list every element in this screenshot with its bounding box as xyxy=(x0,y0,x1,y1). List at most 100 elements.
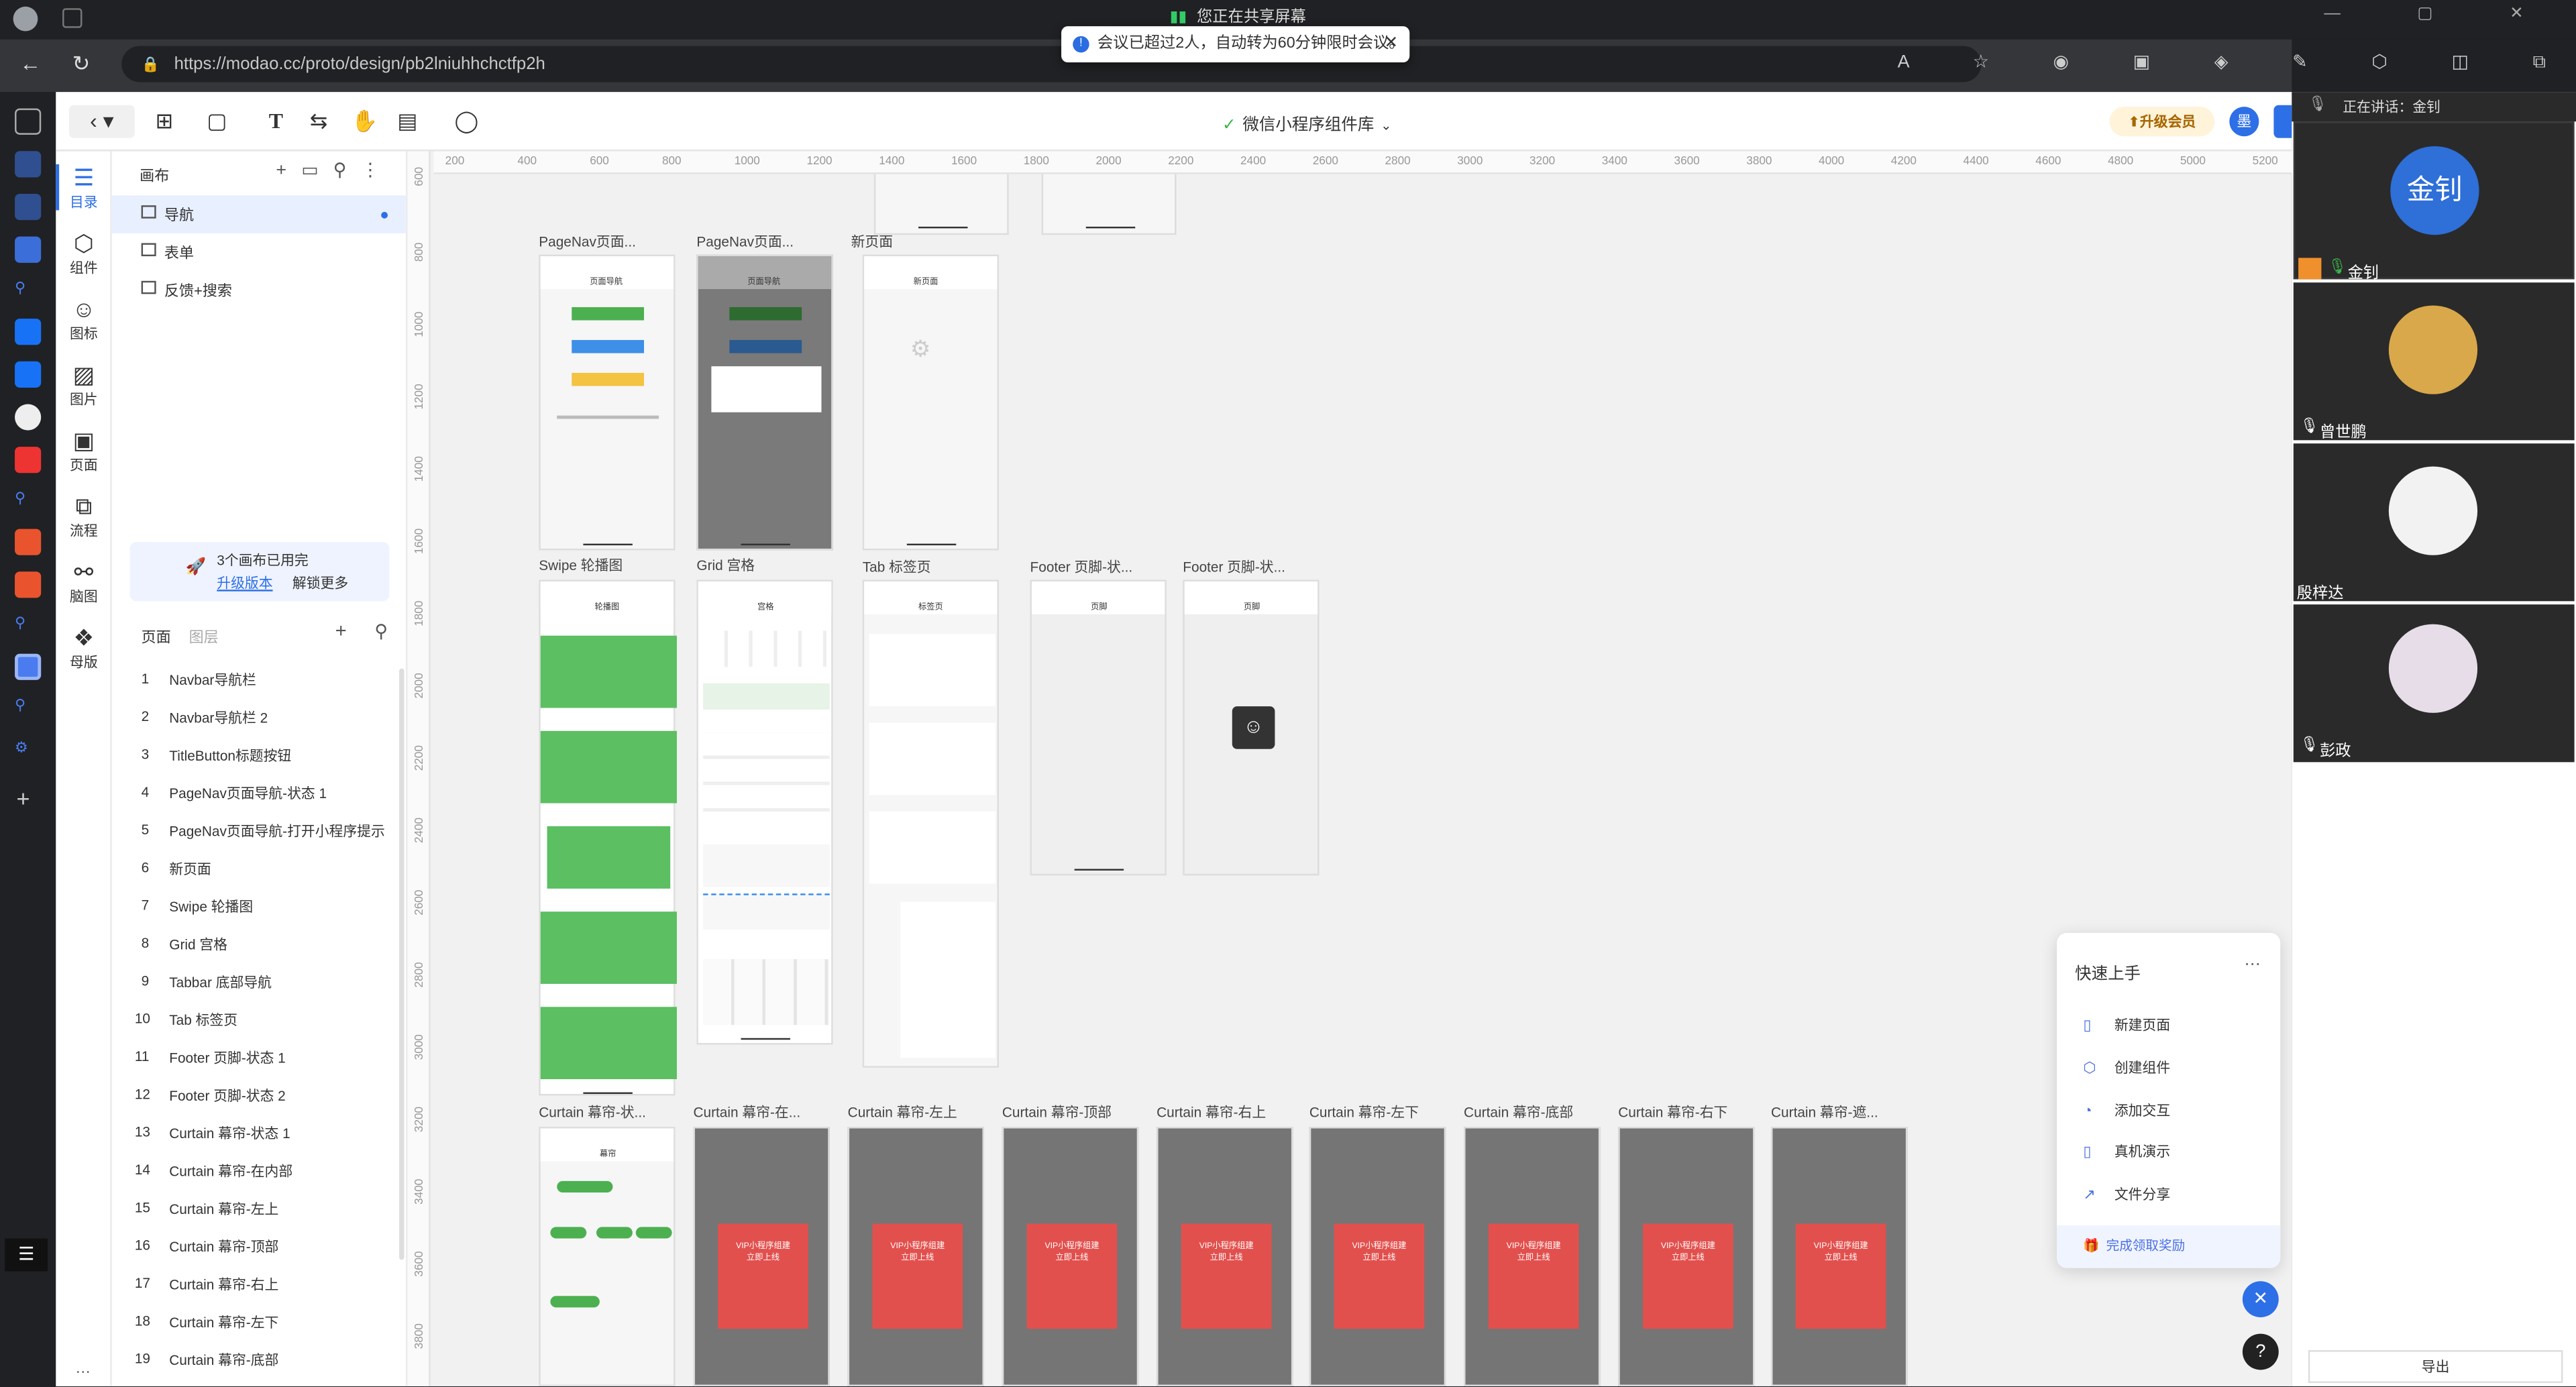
page-row[interactable]: 3 TitleButton标题按钮 xyxy=(112,736,401,773)
frame-thumbnail[interactable] xyxy=(1041,174,1177,235)
tree-icon[interactable]: ⚙ xyxy=(15,739,41,765)
zhihu-icon[interactable] xyxy=(15,361,42,388)
quick-device-demo[interactable]: ▯ 真机演示 xyxy=(2083,1142,2170,1161)
page-row[interactable]: 12 Footer 页脚-状态 2 xyxy=(112,1076,401,1113)
project-title[interactable]: ✓ 微信小程序组件库 ⌄ xyxy=(1222,110,1391,135)
frame-footer-2[interactable]: 页脚 ☺ xyxy=(1183,579,1320,876)
refresh-icon[interactable]: ↻ xyxy=(72,51,91,77)
page-row[interactable]: 11 Footer 页脚-状态 1 xyxy=(112,1038,401,1076)
text-tool-icon[interactable]: T xyxy=(260,105,292,138)
page-row[interactable]: 10 Tab 标签页 xyxy=(112,1000,401,1038)
insert-icon[interactable]: ⊞ xyxy=(148,105,180,138)
frame-label[interactable]: Curtain 幕帘-顶部 xyxy=(1002,1102,1140,1121)
flow-tab[interactable]: ⧉ 流程 xyxy=(56,493,111,541)
comment-icon[interactable]: ◯ xyxy=(450,105,483,138)
frame-label[interactable]: Curtain 幕帘-右上 xyxy=(1157,1102,1295,1121)
frame-curtain[interactable]: VIP小程序组建 立即上线 xyxy=(1464,1127,1601,1386)
calendar-icon[interactable] xyxy=(15,236,42,263)
frame-curtain[interactable]: VIP小程序组建 立即上线 xyxy=(847,1127,984,1386)
search-icon[interactable]: ⚲ xyxy=(15,696,41,722)
frame-curtain[interactable]: VIP小程序组建 立即上线 xyxy=(1618,1127,1755,1386)
github-icon[interactable] xyxy=(15,404,42,431)
page-row[interactable]: 13 Curtain 幕帘-状态 1 xyxy=(112,1113,401,1151)
search-icon[interactable]: ⚲ xyxy=(333,161,362,180)
zhihu-icon[interactable] xyxy=(15,319,42,345)
search-icon[interactable]: ⚲ xyxy=(374,621,388,642)
page-row[interactable]: 16 Curtain 幕帘-顶部 xyxy=(112,1227,401,1264)
more-icon[interactable]: ⋯ xyxy=(76,1364,91,1382)
add-page-icon[interactable]: + xyxy=(335,619,347,642)
quick-add-interaction[interactable]: ◔ 添加交互 xyxy=(2083,1101,2170,1120)
frame-swipe[interactable]: 轮播图 xyxy=(539,579,677,1096)
export-button[interactable]: 导出 xyxy=(2308,1350,2563,1384)
hand-icon[interactable]: ✋ xyxy=(348,105,381,138)
csdn-icon[interactable] xyxy=(15,571,42,598)
upgrade-link[interactable]: 升级版本 xyxy=(217,573,272,593)
close-icon[interactable]: ✕ xyxy=(1385,26,1399,62)
page-row[interactable]: 1 Navbar导航栏 xyxy=(112,660,401,698)
participant-tile[interactable]: 🎙 彭政 xyxy=(2293,604,2575,763)
frame-label[interactable]: Tab 标签页 xyxy=(863,557,998,576)
catalog-tab[interactable]: ☰ 目录 xyxy=(56,164,111,212)
frame-curtain[interactable]: VIP小程序组建 立即上线 xyxy=(1002,1127,1139,1386)
tab-layers[interactable]: 图层 xyxy=(189,626,219,647)
mindmap-tab[interactable]: ⚯ 脑图 xyxy=(56,559,111,606)
page-row[interactable]: 8 Grid 宫格 xyxy=(112,925,401,962)
frame-label[interactable]: Swipe 轮播图 xyxy=(539,555,674,575)
connector-icon[interactable]: ⇆ xyxy=(303,105,335,138)
pages-tab[interactable]: ▣ 页面 xyxy=(56,427,111,475)
scrollbar[interactable] xyxy=(399,668,405,1260)
frame-label[interactable]: Footer 页脚-状... xyxy=(1030,557,1165,576)
page-row[interactable]: 14 Curtain 幕帘-在内部 xyxy=(112,1152,401,1189)
tab-pages[interactable]: 页面 xyxy=(142,626,171,647)
frame-grid[interactable]: 宫格 xyxy=(696,579,833,1045)
frame-pagenav-2[interactable]: 页面导航 xyxy=(696,254,833,551)
search-icon[interactable]: ⚲ xyxy=(15,490,41,516)
canvas-item[interactable]: 反馈+搜索 xyxy=(112,271,406,309)
icons-tab[interactable]: ☺ 图标 xyxy=(56,296,111,343)
frame-footer-1[interactable]: 页脚 xyxy=(1030,579,1167,876)
calendar-icon[interactable] xyxy=(15,151,42,178)
note-icon[interactable]: ▤ xyxy=(391,105,424,138)
canvas-item[interactable]: 表单 xyxy=(112,233,406,271)
frame-label[interactable]: 新页面 xyxy=(851,231,986,251)
master-tab[interactable]: ❖ 母版 xyxy=(56,624,111,672)
csdn-icon[interactable] xyxy=(15,529,42,555)
help-button[interactable]: ? xyxy=(2242,1333,2279,1370)
back-nav-button[interactable]: ‹ ▾ xyxy=(68,105,135,138)
frame-label[interactable]: Curtain 幕帘-左下 xyxy=(1309,1102,1448,1121)
url-field[interactable]: 🔒 https://modao.cc/proto/design/pb2lniuh… xyxy=(121,46,1982,82)
frame-label[interactable]: Curtain 幕帘-状... xyxy=(539,1102,674,1121)
user-avatar[interactable]: 墨 xyxy=(2229,107,2259,137)
frame-label[interactable]: Curtain 幕帘-右下 xyxy=(1618,1102,1756,1121)
quick-file-share[interactable]: ↗ 文件分享 xyxy=(2083,1184,2170,1204)
frame-label[interactable]: Curtain 幕帘-底部 xyxy=(1464,1102,1602,1121)
frame-thumbnail[interactable] xyxy=(873,174,1009,235)
sidebar-menu-icon[interactable]: ☰ xyxy=(5,1238,48,1272)
youtube-icon[interactable] xyxy=(15,447,42,474)
close-quickstart-button[interactable]: ✕ xyxy=(2242,1281,2279,1318)
page-row[interactable]: 5 PageNav页面导航-打开小程序提示 xyxy=(112,812,401,849)
tab-icon[interactable] xyxy=(15,108,42,135)
frame-label[interactable]: Footer 页脚-状... xyxy=(1183,557,1318,576)
calendar-icon[interactable] xyxy=(15,193,42,221)
page-row[interactable]: 2 Navbar导航栏 2 xyxy=(112,698,401,736)
page-row[interactable]: 18 Curtain 幕帘-左下 xyxy=(112,1302,401,1340)
folder-icon[interactable]: ▭ xyxy=(301,161,333,180)
frame-curtain[interactable]: 幕帘 xyxy=(539,1127,676,1386)
reward-bar[interactable]: 🎁 完成领取奖励 xyxy=(2057,1225,2281,1268)
more-icon[interactable]: ⋮ xyxy=(362,161,394,180)
search-icon[interactable]: ⚲ xyxy=(15,279,41,305)
frame-label[interactable]: Curtain 幕帘-在... xyxy=(693,1102,831,1121)
upgrade-button[interactable]: ⬆升级会员 xyxy=(2109,107,2215,137)
frame-label[interactable]: PageNav页面... xyxy=(539,231,674,251)
back-icon[interactable]: ← xyxy=(19,51,41,76)
frame-curtain[interactable]: VIP小程序组建 立即上线 xyxy=(1309,1127,1446,1386)
participant-tile[interactable]: 殷梓达 xyxy=(2293,443,2575,603)
frame-label[interactable]: Curtain 幕帘-左上 xyxy=(848,1102,986,1121)
participant-tile[interactable]: 金钊 🎙 金钊 xyxy=(2293,121,2575,282)
components-tab[interactable]: ⬡ 组件 xyxy=(56,230,111,278)
frame-curtain[interactable]: VIP小程序组建 立即上线 xyxy=(693,1127,830,1386)
page-row[interactable]: 4 PageNav页面导航-状态 1 xyxy=(112,773,401,811)
more-icon[interactable]: ⋯ xyxy=(2244,956,2260,974)
